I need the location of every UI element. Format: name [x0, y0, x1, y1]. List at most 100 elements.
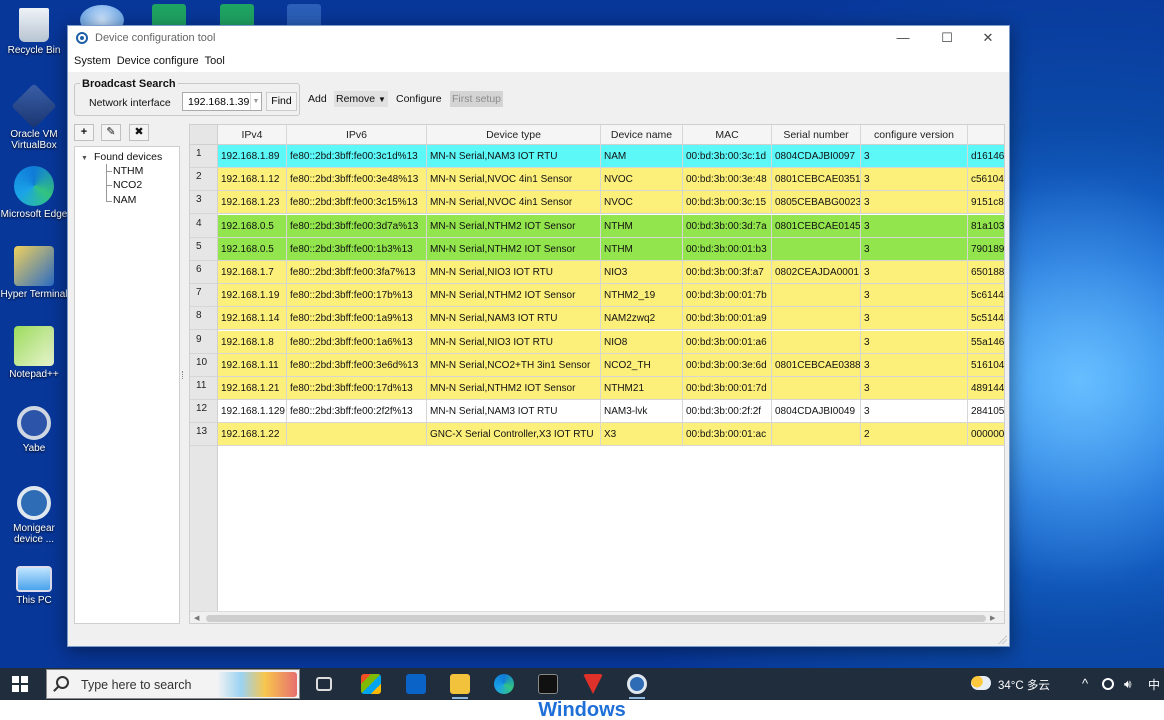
table-row[interactable]: 3 192.168.1.23 fe80::2bd:3bff:fe00:3c15%13…: [190, 191, 1004, 215]
table-cell[interactable]: 00:bd:3b:00:3d:7a: [683, 214, 772, 238]
row-number[interactable]: 7: [190, 284, 218, 308]
edit-device-button[interactable]: ✎: [101, 124, 121, 141]
find-button[interactable]: Find: [266, 92, 297, 111]
table-cell[interactable]: 55a146: [968, 330, 1004, 354]
col-header-device-name[interactable]: Device name: [601, 125, 683, 145]
table-cell[interactable]: fe80::2bd:3bff:fe00:1a6%13: [287, 330, 427, 354]
table-cell[interactable]: fe80::2bd:3bff:fe00:3e48%13: [287, 168, 427, 192]
table-cell[interactable]: 5c6144: [968, 284, 1004, 308]
table-cell[interactable]: 192.168.1.23: [218, 191, 287, 215]
row-number[interactable]: 10: [190, 353, 218, 377]
row-number[interactable]: 9: [190, 330, 218, 354]
title-bar[interactable]: Device configuration tool — ☐ ✕: [68, 26, 1009, 50]
scroll-right-icon[interactable]: ▶: [990, 612, 995, 623]
pane-splitter[interactable]: [182, 371, 186, 379]
terminal-icon[interactable]: [538, 674, 558, 694]
table-cell[interactable]: 00:bd:3b:00:3c:15: [683, 191, 772, 215]
table-cell[interactable]: 3: [861, 191, 968, 215]
table-cell[interactable]: NVOC: [601, 191, 683, 215]
table-cell[interactable]: 192.168.0.5: [218, 237, 287, 261]
col-header-device-type[interactable]: Device type: [427, 125, 601, 145]
table-row[interactable]: 7 192.168.1.19 fe80::2bd:3bff:fe00:17b%13 M…: [190, 284, 1004, 308]
table-cell[interactable]: 9151c8: [968, 191, 1004, 215]
tree-root-found-devices[interactable]: ▼ Found devices: [81, 151, 162, 163]
table-cell[interactable]: fe80::2bd:3bff:fe00:3c1d%13: [287, 145, 427, 168]
table-cell[interactable]: [287, 423, 427, 447]
table-cell[interactable]: 3: [861, 168, 968, 192]
table-cell[interactable]: 0804CDAJBI0097: [772, 145, 861, 168]
table-cell[interactable]: NTHM: [601, 214, 683, 238]
table-cell[interactable]: NIO3: [601, 261, 683, 284]
row-number[interactable]: 6: [190, 261, 218, 284]
table-cell[interactable]: NAM: [601, 145, 683, 168]
table-cell[interactable]: X3: [601, 423, 683, 447]
table-cell[interactable]: MN-N Serial,NCO2+TH 3in1 Sensor: [427, 353, 601, 377]
table-cell[interactable]: MN-N Serial,NTHM2 IOT Sensor: [427, 377, 601, 400]
table-cell[interactable]: NIO8: [601, 330, 683, 354]
chevron-down-icon[interactable]: ▼: [250, 93, 261, 110]
taskbar-search-box[interactable]: Type here to search: [46, 669, 300, 699]
table-row[interactable]: 12 192.168.1.129 fe80::2bd:3bff:fe00:2f2f%…: [190, 400, 1004, 424]
ime-icon[interactable]: 中: [1148, 676, 1160, 693]
table-cell[interactable]: 192.168.1.129: [218, 400, 287, 424]
table-cell[interactable]: 192.168.1.7: [218, 261, 287, 284]
table-cell[interactable]: 00:bd:3b:00:01:7b: [683, 284, 772, 308]
table-cell[interactable]: 790189: [968, 237, 1004, 261]
table-cell[interactable]: [772, 423, 861, 447]
minimize-button[interactable]: —: [882, 26, 924, 50]
desktop-icon-virtualbox[interactable]: Oracle VM VirtualBox: [0, 83, 68, 151]
table-cell[interactable]: 0801CEBCAE0145: [772, 214, 861, 238]
col-header-more[interactable]: [968, 125, 1004, 145]
table-cell[interactable]: 00:bd:3b:00:3e:48: [683, 168, 772, 192]
table-cell[interactable]: fe80::2bd:3bff:fe00:17b%13: [287, 284, 427, 308]
table-cell[interactable]: fe80::2bd:3bff:fe00:1b3%13: [287, 237, 427, 261]
menu-system[interactable]: System: [74, 55, 111, 67]
remove-button[interactable]: Remove ▼: [334, 91, 388, 107]
table-row[interactable]: 5 192.168.0.5 fe80::2bd:3bff:fe00:1b3%13 MN…: [190, 237, 1004, 261]
desktop-icon-recycle-bin[interactable]: Recycle Bin: [0, 8, 68, 56]
table-cell[interactable]: 192.168.1.12: [218, 168, 287, 192]
table-cell[interactable]: 192.168.0.5: [218, 214, 287, 238]
table-cell[interactable]: 0805CEBABG0023: [772, 191, 861, 215]
table-cell[interactable]: 192.168.1.21: [218, 377, 287, 400]
table-cell[interactable]: 650188: [968, 261, 1004, 284]
resize-grip[interactable]: [998, 635, 1007, 644]
table-cell[interactable]: NAM3-lvk: [601, 400, 683, 424]
menu-tool[interactable]: Tool: [205, 55, 225, 67]
table-cell[interactable]: 00:bd:3b:00:2f:2f: [683, 400, 772, 424]
table-cell[interactable]: NVOC: [601, 168, 683, 192]
table-row[interactable]: 11 192.168.1.21 fe80::2bd:3bff:fe00:17d%13…: [190, 377, 1004, 400]
file-explorer-icon[interactable]: [450, 674, 470, 694]
first-setup-button[interactable]: First setup: [450, 91, 504, 107]
delete-device-button[interactable]: ✖: [129, 124, 149, 141]
table-row[interactable]: 13 192.168.1.22 GNC-X Serial Controller,X3…: [190, 423, 1004, 447]
row-number[interactable]: 4: [190, 214, 218, 238]
tree-item[interactable]: NCO2: [113, 179, 142, 191]
menu-device-configure[interactable]: Device configure: [117, 55, 199, 67]
desktop-icon-monigear[interactable]: Monigear device ...: [0, 486, 68, 545]
table-cell[interactable]: 5c5144: [968, 307, 1004, 331]
table-cell[interactable]: 3: [861, 284, 968, 308]
tree-item[interactable]: NTHM: [113, 165, 143, 177]
desktop-icon-edge[interactable]: Microsoft Edge: [0, 166, 68, 220]
horizontal-scrollbar[interactable]: ◀ ▶: [190, 611, 1004, 623]
table-corner[interactable]: [190, 125, 218, 145]
table-cell[interactable]: NAM2zwq2: [601, 307, 683, 331]
task-view-icon[interactable]: [316, 677, 332, 691]
table-row[interactable]: 9 192.168.1.8 fe80::2bd:3bff:fe00:1a6%13 MN…: [190, 330, 1004, 354]
col-header-ipv6[interactable]: IPv6: [287, 125, 427, 145]
table-cell[interactable]: 284105: [968, 400, 1004, 424]
table-cell[interactable]: MN-N Serial,NTHM2 IOT Sensor: [427, 284, 601, 308]
row-number[interactable]: 3: [190, 191, 218, 215]
configure-button[interactable]: Configure: [394, 91, 444, 107]
table-cell[interactable]: fe80::2bd:3bff:fe00:1a9%13: [287, 307, 427, 331]
table-cell[interactable]: [772, 330, 861, 354]
desktop-icon-this-pc[interactable]: This PC: [0, 566, 68, 606]
col-header-ipv4[interactable]: IPv4: [218, 125, 287, 145]
table-cell[interactable]: 0801CEBCAE0351: [772, 168, 861, 192]
edge-icon[interactable]: [494, 674, 514, 694]
table-cell[interactable]: 3: [861, 145, 968, 168]
desktop-icon-hyperterminal[interactable]: Hyper Terminal: [0, 246, 68, 300]
row-number[interactable]: 11: [190, 377, 218, 400]
table-row[interactable]: 4 192.168.0.5 fe80::2bd:3bff:fe00:3d7a%13 M…: [190, 214, 1004, 238]
